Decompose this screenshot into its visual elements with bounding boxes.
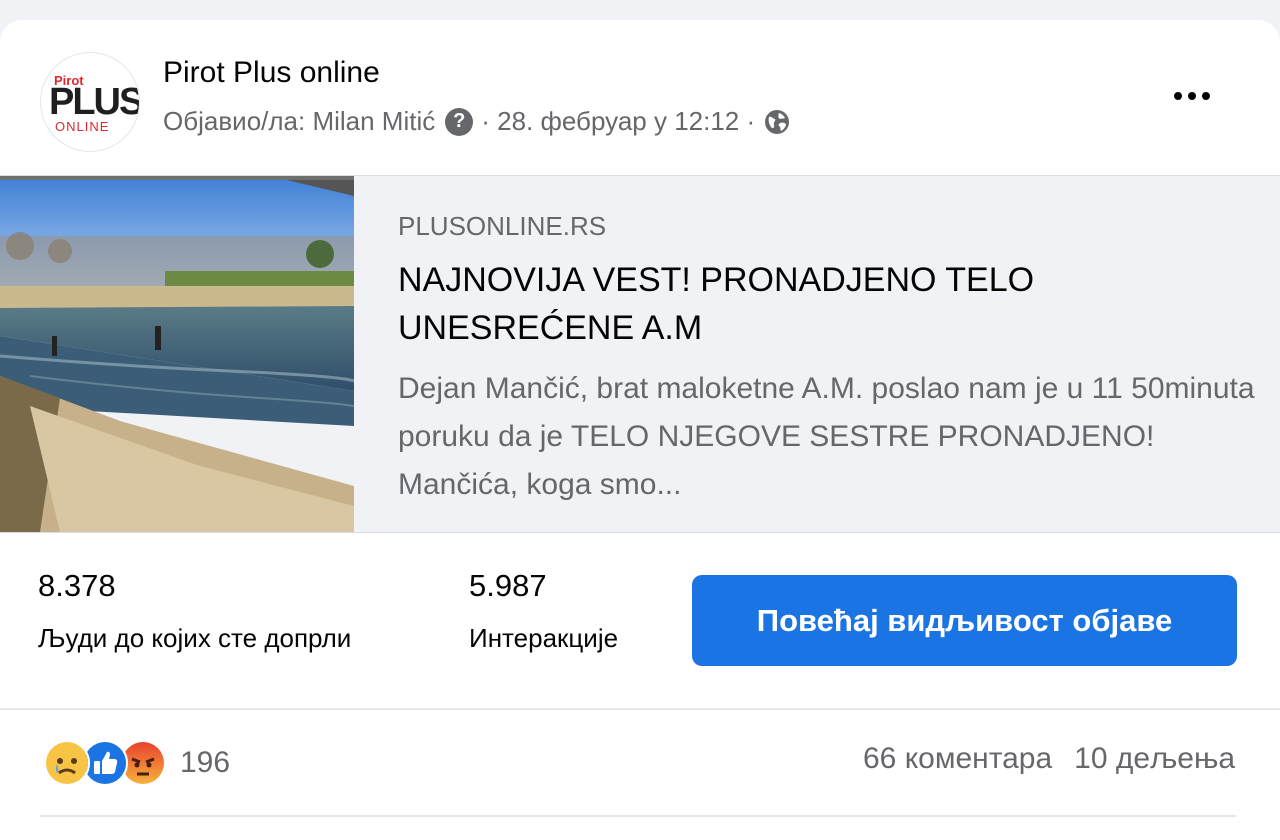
comments-count-link[interactable]: 66 коментара — [863, 742, 1052, 776]
globe-icon[interactable] — [763, 108, 791, 136]
link-thumbnail — [0, 176, 354, 532]
post-card: Pirot PLUS ONLINE Pirot Plus online Обја… — [0, 20, 1280, 840]
reaction-count: 196 — [180, 746, 231, 779]
link-headline[interactable]: NAJNOVIJA VEST! PRONADJENO TELO UNESREĆE… — [398, 256, 1238, 352]
sad-face-icon — [44, 740, 90, 786]
boost-post-button[interactable]: Повећај видљивост објаве — [692, 575, 1237, 666]
link-domain: PLUSONLINE.RS — [398, 211, 607, 241]
reach-label: Људи до којих сте допрли — [38, 623, 352, 653]
avatar-logo-line2: PLUS — [49, 81, 140, 123]
divider — [40, 815, 1236, 817]
question-circle-icon[interactable]: ? — [445, 107, 474, 136]
page-avatar[interactable]: Pirot PLUS ONLINE — [40, 52, 140, 152]
more-horizontal-icon[interactable] — [1168, 78, 1216, 114]
reach-value: 8.378 — [38, 568, 116, 603]
link-preview[interactable]: PLUSONLINE.RS NAJNOVIJA VEST! PRONADJENO… — [0, 175, 1280, 533]
engagement-label: Интеракције — [469, 623, 619, 653]
engagement-counts: 66 коментара 10 дељења — [863, 742, 1235, 776]
link-description: Dejan Mančić, brat maloketne A.M. poslao… — [398, 372, 1255, 501]
shares-count-link[interactable]: 10 дељења — [1074, 742, 1235, 776]
avatar-logo-line3: ONLINE — [55, 119, 110, 134]
page-name-link[interactable]: Pirot Plus online — [163, 56, 380, 90]
published-by[interactable]: Објавио/ла: Milan Mitić — [163, 106, 435, 137]
engagement-value: 5.987 — [469, 568, 547, 603]
divider — [0, 708, 1280, 710]
reactions-summary[interactable]: 196 — [44, 740, 230, 786]
post-meta: Објавио/ла: Milan Mitić ? · 28. фебруар … — [163, 106, 791, 137]
post-date[interactable]: · 28. фебруар у 12:12 · — [481, 106, 755, 137]
